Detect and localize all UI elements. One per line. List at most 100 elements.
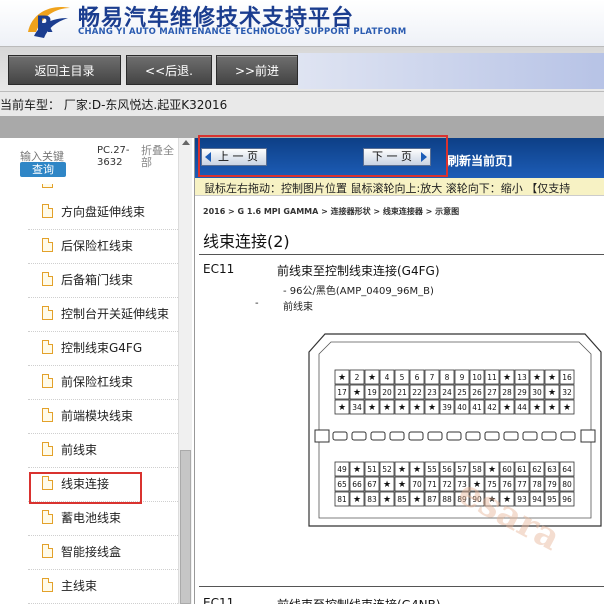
nav-bar-banner [298, 53, 604, 89]
tree-item-label: 主线束 [61, 579, 98, 593]
pin-label: 62 [532, 465, 542, 474]
pin-label: 88 [442, 495, 452, 504]
content-panel: 上 一 页 下 一 页 刷新当前页] 鼠标左右拖动：控制图片位置 鼠标滚轮向上:… [194, 135, 604, 604]
pin-label: ★ [383, 495, 391, 505]
document-icon [42, 578, 53, 592]
pin-label: 32 [562, 388, 572, 397]
document-icon [42, 204, 53, 218]
document-icon [42, 238, 53, 252]
pin-label: 13 [517, 373, 527, 382]
hint-bar: 鼠标左右拖动：控制图片位置 鼠标滚轮向上:放大 滚轮向下：缩小 【仅支持 [195, 178, 604, 196]
tree-item[interactable]: 后保险杠线束 [28, 230, 178, 264]
pin-label: 52 [382, 465, 392, 474]
pin-label: 83 [367, 495, 377, 504]
tree-item-label: 方向盘延伸线束 [61, 205, 146, 219]
tree-item[interactable]: 前端模块线束 [28, 400, 178, 434]
pin-label: 10 [472, 373, 482, 382]
tree-item[interactable]: 蓄电池线束 [28, 502, 178, 536]
tree-item[interactable]: 主线束 [28, 570, 178, 604]
pin-label: 85 [397, 495, 407, 504]
pin-label: ★ [548, 388, 556, 398]
pin-label: 81 [337, 495, 347, 504]
document-icon [42, 272, 53, 286]
tree-item[interactable]: 控制线束G4FG [28, 332, 178, 366]
connector-code: EC11 [203, 262, 235, 276]
pin-label: ★ [413, 495, 421, 505]
pin-label: ★ [338, 403, 346, 413]
document-icon [42, 340, 53, 354]
pin-label: ★ [353, 495, 361, 505]
pin-label: 41 [472, 403, 482, 412]
pin-label: 51 [367, 465, 377, 474]
pin-label: 24 [442, 388, 452, 397]
latch-slot [332, 431, 348, 441]
pin-label: ★ [398, 403, 406, 413]
dash-text: - [255, 298, 259, 309]
pin-label: ★ [533, 403, 541, 413]
query-button[interactable]: 查询 [20, 162, 66, 177]
back-button[interactable]: <<后退. [126, 55, 212, 85]
scroll-thumb[interactable] [180, 450, 191, 604]
nav-bar: 返回主目录 <<后退. >>前进 [0, 46, 604, 92]
pin-label: ★ [548, 403, 556, 413]
pin-label: 23 [427, 388, 437, 397]
pin-label: 95 [547, 495, 557, 504]
tree-item[interactable]: 方向盘延伸线束 [28, 196, 178, 230]
latch-slot [427, 431, 443, 441]
pin-label: 66 [352, 480, 362, 489]
document-icon [42, 544, 53, 558]
pin-label: 70 [412, 480, 422, 489]
pin-label: 57 [457, 465, 467, 474]
highlight-box [29, 472, 142, 504]
pager-bar: 上 一 页 下 一 页 刷新当前页] [195, 135, 604, 178]
forward-button[interactable]: >>前进 [216, 55, 298, 85]
app-subtitle: CHANG YI AUTO MAINTENANCE TECHNOLOGY SUP… [78, 27, 407, 37]
refresh-page-link[interactable]: 刷新当前页] [447, 152, 513, 169]
pin-label: ★ [383, 403, 391, 413]
latch-slot [446, 431, 462, 441]
pin-label: 87 [427, 495, 437, 504]
sidebar-scrollbar[interactable] [178, 138, 192, 604]
home-button[interactable]: 返回主目录 [8, 55, 121, 85]
latch-slot [560, 431, 576, 441]
pin-label: 40 [457, 403, 467, 412]
sidebar-toolbar: 输入关键 查询 PC.27-3632 折叠全部 [0, 138, 194, 180]
pin-label: 8 [445, 373, 450, 382]
mouse-hint: 鼠标左右拖动：控制图片位置 鼠标滚轮向上:放大 滚轮向下：缩小 【仅支持 [204, 182, 571, 195]
pin-label: 39 [442, 403, 452, 412]
latch-slot [503, 431, 519, 441]
pin-label: ★ [383, 480, 391, 490]
tree-item[interactable]: 智能接线盒 [28, 536, 178, 570]
document-view[interactable]: 2016 > G 1.6 MPI GAMMA > 连接器形状 > 线束连接器 >… [199, 198, 604, 604]
tree-item[interactable]: 后备箱门线束 [28, 264, 178, 298]
pin-label: 6 [415, 373, 420, 382]
pin-label: 20 [382, 388, 392, 397]
collapse-all-link[interactable]: 折叠全部 [141, 145, 177, 169]
next-connector-code: EC11 [203, 596, 235, 604]
pin-label: 79 [547, 480, 557, 489]
document-icon [42, 442, 53, 456]
tree-item[interactable]: 控制台开关延伸线束 [28, 298, 178, 332]
scroll-up-icon[interactable] [182, 140, 190, 145]
pin-label: ★ [338, 373, 346, 383]
pin-label: 80 [562, 480, 572, 489]
connector-part-info: - 96公/黑色(AMP_0409_96M_B) [283, 286, 434, 297]
sidebar: 输入关键 查询 PC.27-3632 折叠全部 方向盘延伸线束 后保险杠线束后备箱… [0, 138, 194, 604]
tree-item-label: 前保险杠线束 [61, 375, 134, 389]
pin-label: ★ [368, 373, 376, 383]
pin-label: 28 [502, 388, 512, 397]
pin-label: 64 [562, 465, 572, 474]
next-connector-title: 前线束至控制线束连接(G4NB) [277, 596, 441, 604]
latch-slot [351, 431, 367, 441]
pin-label: 2 [355, 373, 360, 382]
divider [199, 586, 604, 587]
pin-label: 29 [517, 388, 527, 397]
tree-item-label: 后保险杠线束 [61, 239, 134, 253]
document-icon [42, 184, 53, 188]
pin-label: 22 [412, 388, 422, 397]
tree-item[interactable]: 前线束 [28, 434, 178, 468]
pin-label: ★ [548, 373, 556, 383]
tree-item[interactable]: 前保险杠线束 [28, 366, 178, 400]
pin-label: 77 [517, 480, 527, 489]
logo-icon: R [28, 7, 70, 38]
